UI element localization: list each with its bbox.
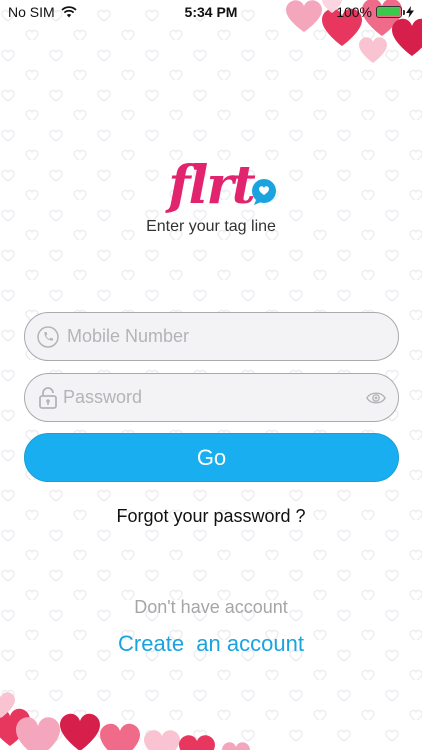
chat-heart-icon	[251, 179, 276, 205]
forgot-password-link[interactable]: Forgot your password ?	[0, 506, 422, 527]
create-account-link[interactable]: Create an account	[0, 631, 422, 657]
eye-icon[interactable]	[366, 388, 386, 408]
password-input[interactable]	[63, 387, 366, 408]
logo: flrt Enter your tag line	[0, 160, 422, 236]
lock-icon	[39, 386, 57, 409]
go-button[interactable]: Go	[24, 433, 399, 482]
charging-icon	[406, 6, 414, 18]
no-account-label: Don't have account	[134, 597, 288, 617]
logo-text: flrt	[168, 155, 256, 216]
hearts-decoration-bottom	[0, 692, 250, 750]
mobile-number-field[interactable]	[24, 312, 399, 361]
status-bar: No SIM 5:34 PM 100%	[0, 0, 422, 24]
phone-icon	[37, 325, 59, 348]
mobile-number-input[interactable]	[67, 326, 386, 347]
logo-wordmark: flrt	[168, 160, 276, 212]
battery-percent: 100%	[336, 4, 372, 20]
battery-fill	[378, 8, 400, 16]
carrier-label: No SIM	[8, 4, 55, 20]
password-field[interactable]	[24, 373, 399, 422]
tagline: Enter your tag line	[146, 218, 276, 235]
battery-icon	[376, 6, 405, 18]
wifi-icon	[61, 6, 77, 18]
